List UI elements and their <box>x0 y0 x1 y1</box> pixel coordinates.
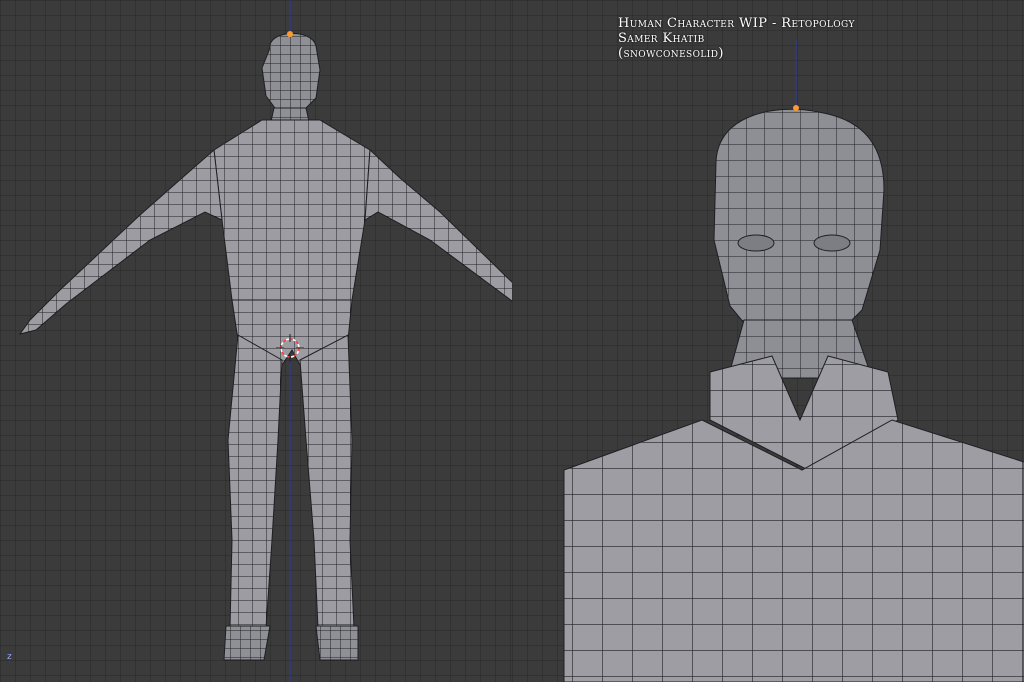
title-line-2: Samer Khatib <box>618 31 705 46</box>
bust-mesh <box>563 40 1024 682</box>
left-leg-mesh <box>227 334 283 631</box>
left-eye-mesh <box>737 234 775 252</box>
z-axis-label: z <box>7 652 12 662</box>
head-closeup-mesh <box>713 108 885 353</box>
full-body-mesh <box>18 0 512 682</box>
left-arm-mesh <box>18 148 223 335</box>
title-line-1: Human Character WIP - Retopology <box>618 16 855 31</box>
torso-mesh <box>213 119 371 301</box>
viewport-right[interactable] <box>512 0 1024 682</box>
right-leg-mesh <box>299 334 355 631</box>
right-shoe-mesh <box>315 625 359 661</box>
left-shoe-mesh <box>223 625 271 661</box>
right-arm-mesh <box>364 148 512 302</box>
right-eye-mesh <box>813 234 851 252</box>
title-overlay: Human Character WIP - Retopology Samer K… <box>618 16 855 61</box>
title-line-3: (snowconesolid) <box>618 46 724 61</box>
object-origin-icon <box>793 105 799 111</box>
viewport-left[interactable]: z <box>0 0 512 682</box>
head-mesh <box>261 33 321 113</box>
object-origin-icon <box>287 31 293 37</box>
